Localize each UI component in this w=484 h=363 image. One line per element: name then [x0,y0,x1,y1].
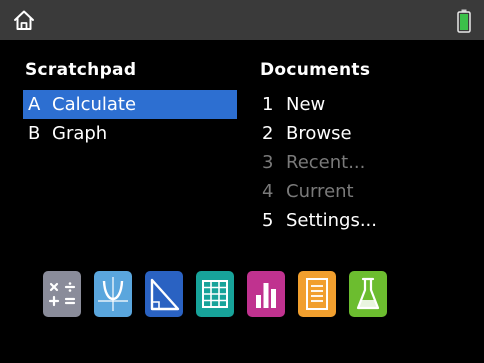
menu-item-label: Graph [52,123,108,144]
menu-item-graph[interactable]: B Graph [23,119,237,148]
scratchpad-menu: A Calculate B Graph [23,90,237,148]
menu-item-current: 4 Current [257,177,457,206]
geometry-icon [150,278,180,311]
scratchpad-heading: Scratchpad [25,60,137,80]
menu-item-label: New [286,94,326,115]
spreadsheet-app-button[interactable] [196,271,234,317]
calculator-icon [48,282,76,307]
graphs-app-button[interactable] [94,271,132,317]
menu-item-key: A [28,94,41,115]
geometry-app-button[interactable] [145,271,183,317]
menu-item-label: Browse [286,123,352,144]
menu-item-label: Current [286,181,354,202]
graphs-icon [98,277,128,311]
spreadsheet-icon [202,280,228,308]
menu-item-browse[interactable]: 2 Browse [257,119,457,148]
home-screen: Scratchpad A Calculate B Graph Documents 1… [0,0,484,363]
documents-menu: 1 New 2 Browse 3 Recent... 4 Current 5 Settin… [257,90,457,235]
vernier-lab-icon [356,277,380,310]
menu-item-key: 3 [262,152,274,173]
battery-level [460,14,468,30]
menu-item-label: Calculate [52,94,137,115]
notes-app-button[interactable] [298,271,336,317]
menu-item-calculate[interactable]: A Calculate [23,90,237,119]
status-bar [0,0,484,40]
vernier-lab-app-button[interactable] [349,271,387,317]
menu-item-key: B [28,123,41,144]
menu-item-label: Settings... [286,210,377,231]
documents-heading: Documents [260,60,371,80]
menu-item-recent: 3 Recent... [257,148,457,177]
app-bar [43,271,443,319]
menu-item-new[interactable]: 1 New [257,90,457,119]
calculator-app-button[interactable] [43,271,81,317]
data-stats-app-button[interactable] [247,271,285,317]
menu-item-key: 2 [262,123,274,144]
menu-item-key: 1 [262,94,274,115]
menu-item-key: 5 [262,210,274,231]
menu-item-key: 4 [262,181,274,202]
notes-icon [306,278,328,310]
home-icon[interactable] [13,9,35,31]
menu-item-label: Recent... [286,152,366,173]
data-stats-icon [256,283,276,308]
battery-icon [457,9,471,33]
menu-item-settings[interactable]: 5 Settings... [257,206,457,235]
